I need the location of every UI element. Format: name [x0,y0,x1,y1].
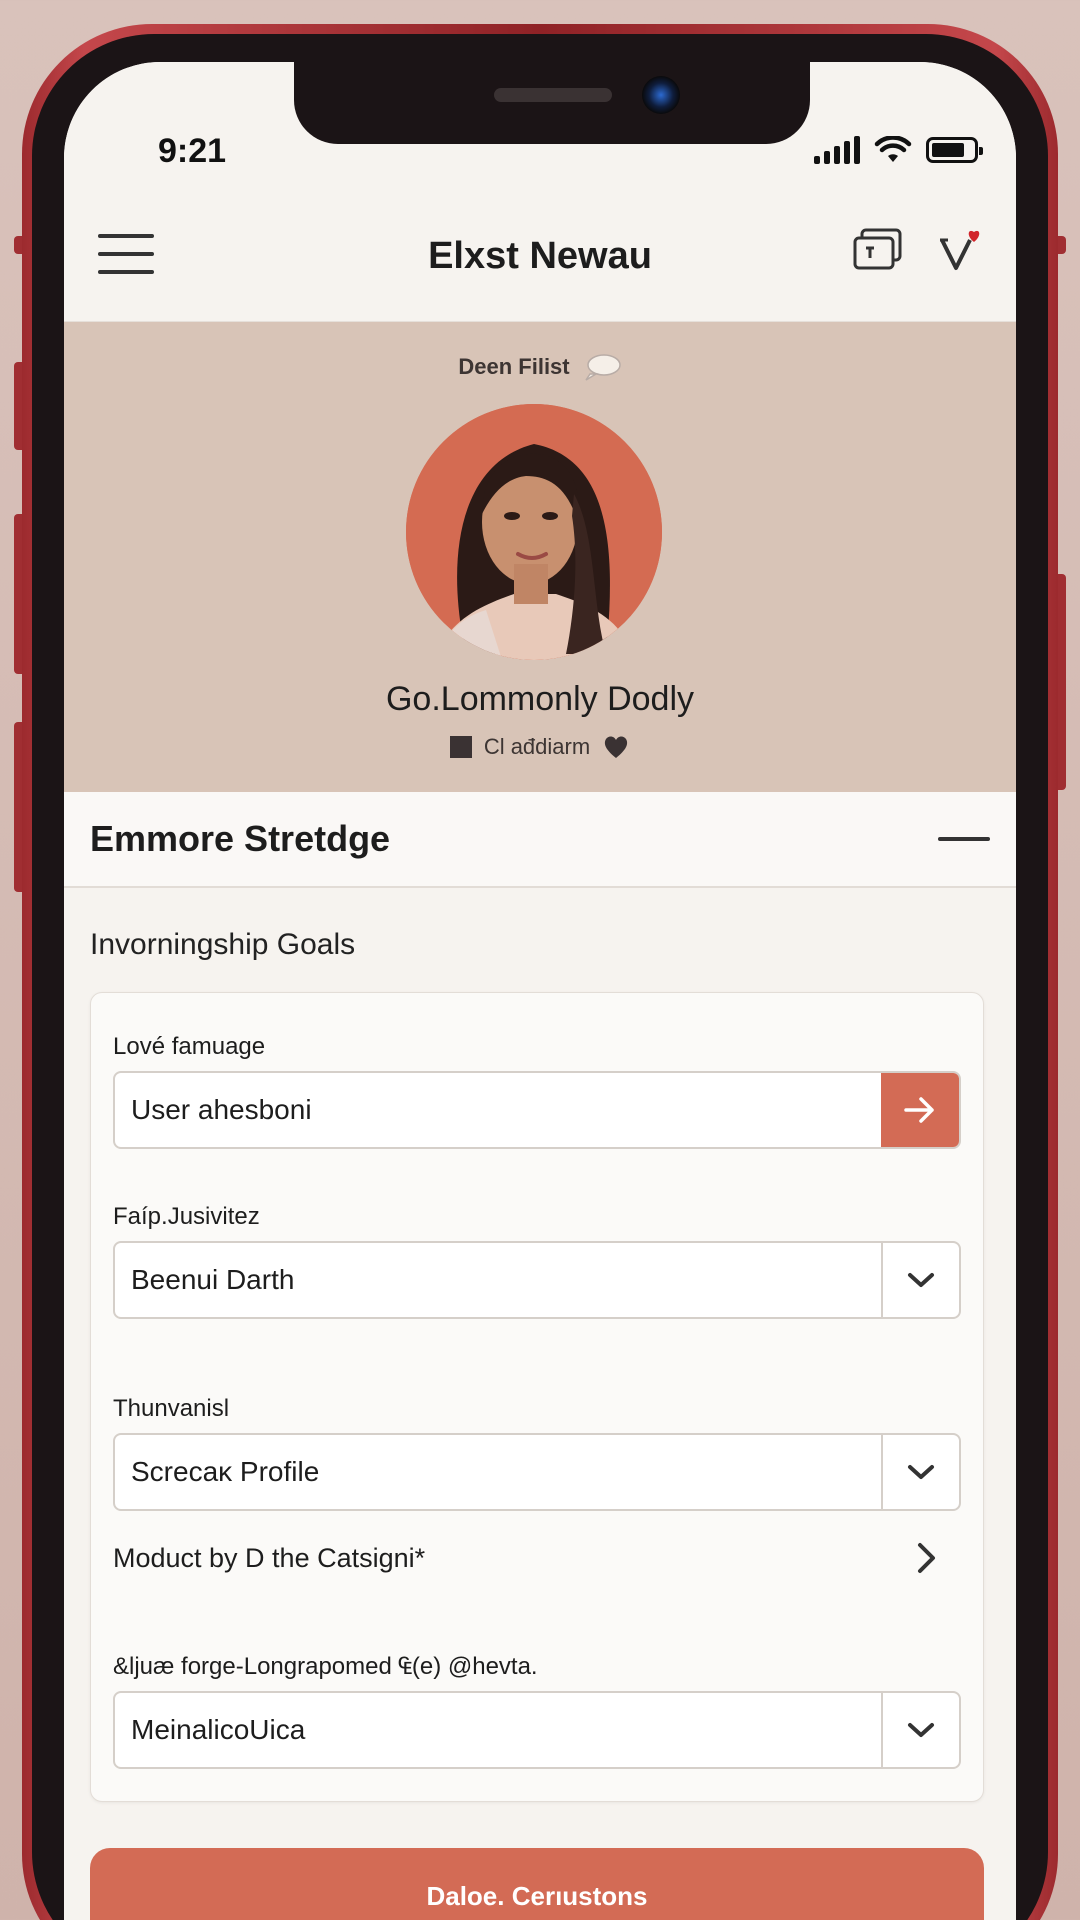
link-row[interactable]: Moduct by D the Catsigni* [113,1533,961,1583]
chevron-down-icon[interactable] [881,1243,959,1317]
profile-meta-text: Cl ađdiarm [483,734,591,759]
collapse-minus-icon[interactable] [938,837,990,841]
text-input-field-1[interactable]: User ahesboni [113,1071,961,1149]
primary-button[interactable]: Daloe. Cerıustons [90,1848,984,1920]
header-actions [852,226,986,274]
field-value-1[interactable]: User ahesboni [115,1073,881,1147]
app-header: Elxst Newau [64,192,1016,322]
phone-frame: 9:21 Elxst Newau Deen Filist Go.Lommonly… [22,24,1058,1920]
heart-icon[interactable] [602,734,630,760]
field-value-4[interactable]: MeinalicoUica [115,1693,881,1767]
profile-hero: Deen Filist Go.Lommonly Dodly Cl ađdiarm [64,322,1016,792]
goals-form-card: Lové famuage User ahesboni Faíp.Jusivite… [90,992,984,1802]
heart-v-logo-icon[interactable] [938,226,986,274]
chevron-down-icon[interactable] [881,1693,959,1767]
chevron-down-icon[interactable] [881,1435,959,1509]
field-label-4: &ljuæ forge-Longrapomed ₠(e) @hevta. [113,1653,538,1680]
app-title: Elxst Newau [428,235,652,277]
profile-badge: Deen Filist [64,352,1016,382]
cards-icon[interactable] [852,228,904,272]
status-time: 9:21 [158,132,227,170]
phone-screen: 9:21 Elxst Newau Deen Filist Go.Lommonly… [64,62,1016,1920]
select-field-2[interactable]: Beenui Darth [113,1241,961,1319]
arrow-right-icon[interactable] [881,1073,959,1147]
speech-bubble-icon [585,354,621,381]
chevron-right-icon[interactable] [915,1541,939,1575]
profile-name: Go.Lommonly Dodly [385,680,694,718]
field-value-2[interactable]: Beenui Darth [115,1243,881,1317]
profile-meta: Cl ađdiarm [64,734,1016,760]
speaker-grille [494,88,612,102]
select-field-3[interactable]: Screcaĸ Profile [113,1433,961,1511]
phone-bezel: 9:21 Elxst Newau Deen Filist Go.Lommonly… [32,34,1048,1920]
battery-icon [926,137,983,163]
section-header: Emmore Stretdge [64,792,1016,888]
field-value-3[interactable]: Screcaĸ Profile [115,1435,881,1509]
select-field-4[interactable]: MeinalicoUica [113,1691,961,1769]
hamburger-icon[interactable] [98,234,154,274]
wifi-icon [874,136,912,162]
status-bar: 9:21 [64,62,1016,192]
cellular-signal-icon [814,136,860,164]
field-label-1: Lové famuage [113,1033,266,1060]
profile-badge-text: Deen Filist [458,354,570,379]
field-label-2: Faíp.Jusivitez [113,1203,260,1230]
notch [294,62,810,144]
profile-avatar[interactable] [406,404,662,660]
field-label-3: Thunvanisl [113,1395,230,1422]
section-title: Emmore Stretdge [90,818,391,859]
front-camera [642,76,680,114]
link-row-label: Moduct by D the Catsigni* [113,1542,426,1573]
bookmark-icon [449,736,472,758]
goals-title: Invorningship Goals [90,928,356,961]
status-icons [814,136,983,164]
